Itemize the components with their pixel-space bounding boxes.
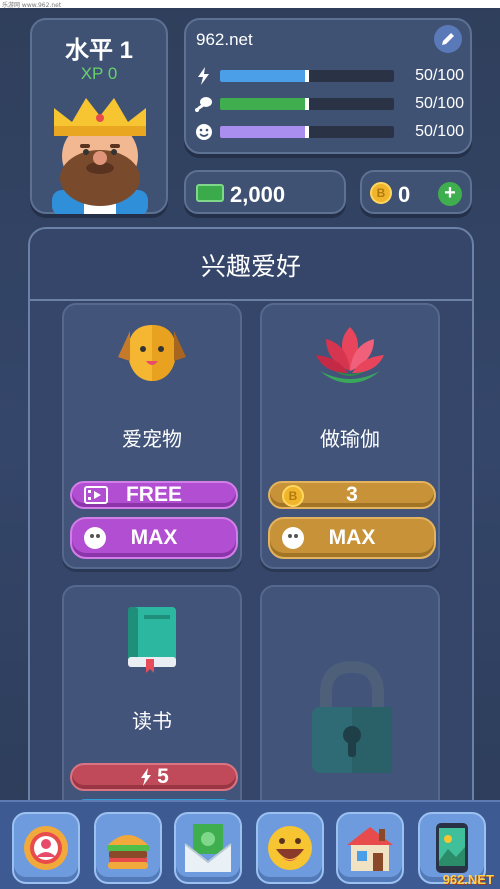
site-label: 962.net	[196, 30, 253, 49]
smile-icon	[282, 527, 304, 549]
book-icon	[128, 607, 176, 673]
xp-label: XP 0	[80, 64, 118, 83]
hobbies-title: 兴趣爱好	[200, 253, 301, 281]
mood-bar	[220, 126, 394, 138]
pencil-icon	[442, 33, 454, 45]
drumstick-icon	[195, 97, 212, 112]
hobby-name: 做瑜伽	[320, 429, 380, 451]
phone-icon	[436, 823, 468, 873]
hobby-card-pets[interactable]: 爱宠物 FREE MAX	[62, 303, 242, 569]
mood-stat: 50/100	[194, 122, 464, 142]
nav-home-button[interactable]	[336, 812, 404, 884]
stats-panel: 962.net 50/100 50/100 50/100	[184, 18, 472, 154]
hobby-card-yoga[interactable]: 做瑜伽 B 3 MAX	[260, 303, 440, 569]
food-stat: 50/100	[194, 94, 464, 114]
nav-profile-button[interactable]	[12, 812, 80, 884]
coin-amount: 0	[398, 182, 411, 207]
food-bar	[220, 98, 394, 110]
watermark-logo: 962.NET	[442, 872, 494, 887]
max-level-button[interactable]: MAX	[268, 517, 436, 559]
source-strip: 乐游网 www.962.net	[0, 0, 500, 9]
dog-icon	[118, 325, 186, 381]
nav-money-button[interactable]	[174, 812, 242, 884]
energy-value: 50/100	[415, 67, 464, 84]
watch-video-free-button[interactable]: FREE	[70, 481, 238, 509]
level-label: MAX	[130, 526, 178, 549]
burger-icon	[107, 835, 149, 869]
hobbies-panel: 兴趣爱好 爱宠物 FREE MAX 做瑜伽 B 3 MAX 读书 5	[28, 227, 474, 889]
video-icon	[84, 486, 108, 504]
money-mail-icon	[184, 824, 232, 872]
smile-icon	[84, 527, 106, 549]
cost-label: 5	[157, 765, 169, 788]
cash-amount: 2,000	[230, 182, 286, 207]
food-value: 50/100	[415, 95, 464, 112]
energy-cost-button[interactable]: 5	[70, 763, 238, 791]
cash-icon	[196, 184, 224, 202]
hobby-name: 读书	[132, 711, 172, 733]
mood-value: 50/100	[415, 123, 464, 140]
smile-icon	[196, 124, 212, 140]
cost-label: 3	[346, 483, 358, 506]
hobby-name: 爱宠物	[122, 429, 182, 451]
level-label: MAX	[328, 526, 376, 549]
energy-bar-fill	[220, 70, 307, 82]
house-icon	[347, 827, 393, 871]
add-coins-button[interactable]: +	[438, 182, 462, 206]
max-level-button[interactable]: MAX	[70, 517, 238, 559]
player-card[interactable]: 水平 1 XP 0	[30, 18, 168, 214]
emoji-icon	[268, 826, 312, 870]
lightning-icon	[141, 768, 152, 786]
profile-icon	[24, 826, 68, 870]
cost-label: FREE	[125, 483, 182, 506]
bottom-nav: 962.NET	[0, 800, 500, 889]
title-divider	[30, 299, 472, 301]
lock-icon	[312, 660, 392, 773]
coin-display: B 0 +	[360, 170, 472, 214]
buy-with-coins-button[interactable]: B 3	[268, 481, 436, 509]
nav-mood-button[interactable]	[256, 812, 324, 884]
coin-icon: B	[282, 485, 304, 507]
lightning-icon	[198, 67, 209, 85]
edit-button[interactable]	[434, 25, 462, 53]
coin-icon: B	[370, 182, 392, 204]
nav-food-button[interactable]	[94, 812, 162, 884]
king-avatar	[52, 98, 148, 214]
mood-bar-fill	[220, 126, 307, 138]
level-label: 水平 1	[64, 37, 133, 64]
energy-stat: 50/100	[194, 66, 464, 86]
lotus-icon	[316, 327, 384, 383]
energy-bar	[220, 70, 394, 82]
food-bar-fill	[220, 98, 307, 110]
cash-display: 2,000	[184, 170, 346, 214]
